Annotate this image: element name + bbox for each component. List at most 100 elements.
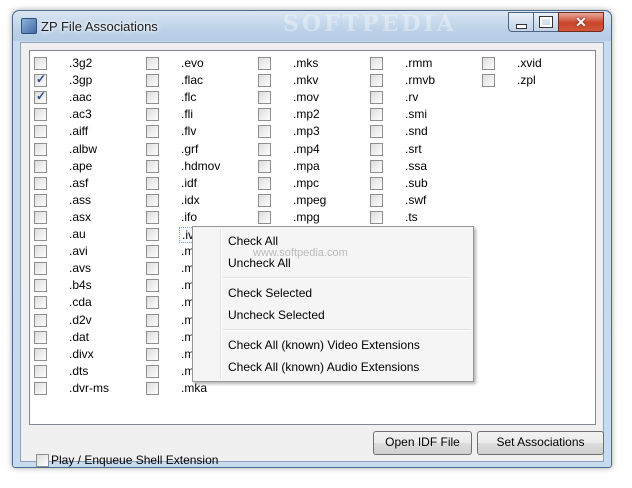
extension-checkbox[interactable] — [370, 176, 383, 190]
menu-item-uncheck-all[interactable]: Uncheck All — [228, 253, 291, 273]
extension-checkbox[interactable] — [146, 57, 159, 70]
extension-checkbox[interactable] — [146, 74, 159, 88]
extension-label: .ifo — [181, 209, 198, 224]
extension-label: .mpeg — [293, 192, 327, 207]
extension-checkbox[interactable] — [34, 330, 47, 344]
extension-label: .mp3 — [293, 124, 320, 139]
extension-label: .mpa — [293, 158, 320, 173]
extension-checkbox[interactable] — [146, 296, 159, 310]
extension-checkbox[interactable] — [258, 176, 271, 190]
extension-checkbox[interactable] — [34, 57, 47, 70]
extension-label: .fli — [181, 107, 193, 122]
extension-label: .albw — [69, 141, 98, 156]
extension-checkbox[interactable] — [146, 91, 159, 105]
extension-label: .flv — [181, 124, 197, 139]
extension-checkbox[interactable] — [34, 89, 47, 105]
extension-checkbox[interactable] — [146, 210, 159, 224]
extension-checkbox[interactable] — [370, 159, 383, 173]
extension-label: .hdmov — [181, 158, 221, 173]
extension-checkbox[interactable] — [370, 91, 383, 105]
maximize-button[interactable] — [533, 12, 559, 32]
extension-checkbox[interactable] — [34, 210, 47, 224]
extension-checkbox[interactable] — [34, 296, 47, 310]
extension-checkbox[interactable] — [146, 364, 159, 378]
extension-label: .flac — [181, 73, 204, 88]
extension-label: .dvr-ms — [69, 380, 109, 395]
extension-checkbox[interactable] — [34, 245, 47, 259]
extension-label: .mp2 — [293, 107, 320, 122]
extension-label: .3gp — [69, 73, 93, 88]
menu-item-check-audio[interactable]: Check All (known) Audio Extensions — [228, 357, 419, 377]
extension-checkbox[interactable] — [146, 142, 159, 156]
extension-checkbox[interactable] — [370, 193, 383, 207]
extension-checkbox[interactable] — [34, 108, 47, 122]
title-bar[interactable]: ZP File Associations SOFTPEDIA ✕ — [13, 11, 611, 41]
extension-checkbox[interactable] — [146, 108, 159, 122]
maximize-icon — [539, 16, 553, 28]
menu-item-check-video[interactable]: Check All (known) Video Extensions — [228, 335, 420, 355]
extension-checkbox[interactable] — [146, 330, 159, 344]
extension-label: .sub — [405, 175, 428, 190]
extension-checkbox[interactable] — [258, 57, 271, 70]
extension-checkbox[interactable] — [34, 313, 47, 327]
extension-checkbox[interactable] — [258, 210, 271, 224]
close-button[interactable]: ✕ — [558, 12, 604, 32]
extension-checkbox[interactable] — [370, 125, 383, 139]
extension-checkbox[interactable] — [146, 228, 159, 241]
open-idf-file-button[interactable]: Open IDF File — [373, 431, 472, 455]
extension-checkbox[interactable] — [370, 74, 383, 88]
extension-checkbox[interactable] — [146, 347, 159, 361]
extension-label: .smi — [405, 107, 427, 122]
extension-checkbox[interactable] — [370, 142, 383, 156]
extension-checkbox[interactable] — [34, 347, 47, 361]
extension-checkbox[interactable] — [482, 57, 495, 70]
set-associations-button[interactable]: Set Associations — [477, 431, 604, 455]
extension-label: .b4s — [69, 278, 92, 293]
extension-label: .mov — [293, 90, 320, 105]
extension-checkbox[interactable] — [146, 125, 159, 139]
menu-item-uncheck-selected[interactable]: Uncheck Selected — [228, 305, 325, 325]
extension-checkbox[interactable] — [146, 313, 159, 327]
extension-checkbox[interactable] — [370, 57, 383, 70]
extension-checkbox[interactable] — [258, 193, 271, 207]
extension-checkbox[interactable] — [258, 159, 271, 173]
extension-checkbox[interactable] — [34, 193, 47, 207]
extension-label: .mpg — [293, 209, 320, 224]
extension-checkbox[interactable] — [146, 176, 159, 190]
extension-checkbox[interactable] — [258, 91, 271, 105]
extension-checkbox[interactable] — [146, 262, 159, 276]
extension-label: .flc — [181, 90, 197, 105]
extension-checkbox[interactable] — [258, 142, 271, 156]
extension-checkbox[interactable] — [34, 125, 47, 139]
extension-label: .zpl — [517, 73, 536, 88]
menu-separator — [223, 329, 471, 331]
extension-label: .idf — [181, 175, 198, 190]
extension-checkbox[interactable] — [34, 381, 47, 395]
extension-checkbox[interactable] — [258, 74, 271, 88]
menu-separator — [223, 277, 471, 279]
extension-checkbox[interactable] — [34, 72, 47, 88]
extension-checkbox[interactable] — [34, 364, 47, 378]
extension-checkbox[interactable] — [34, 262, 47, 276]
extension-checkbox[interactable] — [482, 74, 495, 88]
shell-extension-checkbox[interactable] — [36, 454, 49, 467]
minimize-button[interactable] — [508, 12, 534, 32]
extension-checkbox[interactable] — [146, 245, 159, 259]
extension-checkbox[interactable] — [146, 193, 159, 207]
extension-checkbox[interactable] — [34, 142, 47, 156]
extension-label: .aiff — [69, 124, 89, 139]
extension-checkbox[interactable] — [258, 125, 271, 139]
extension-checkbox[interactable] — [146, 159, 159, 173]
extension-checkbox[interactable] — [146, 279, 159, 293]
extension-checkbox[interactable] — [34, 279, 47, 293]
extension-checkbox[interactable] — [146, 381, 159, 395]
extension-label: .swf — [405, 192, 427, 207]
extension-checkbox[interactable] — [258, 108, 271, 122]
extension-checkbox[interactable] — [34, 176, 47, 190]
menu-item-check-selected[interactable]: Check Selected — [228, 283, 312, 303]
extension-checkbox[interactable] — [370, 210, 383, 224]
menu-item-check-all[interactable]: Check All — [228, 231, 278, 251]
extension-checkbox[interactable] — [370, 108, 383, 122]
extension-checkbox[interactable] — [34, 228, 47, 241]
extension-checkbox[interactable] — [34, 159, 47, 173]
